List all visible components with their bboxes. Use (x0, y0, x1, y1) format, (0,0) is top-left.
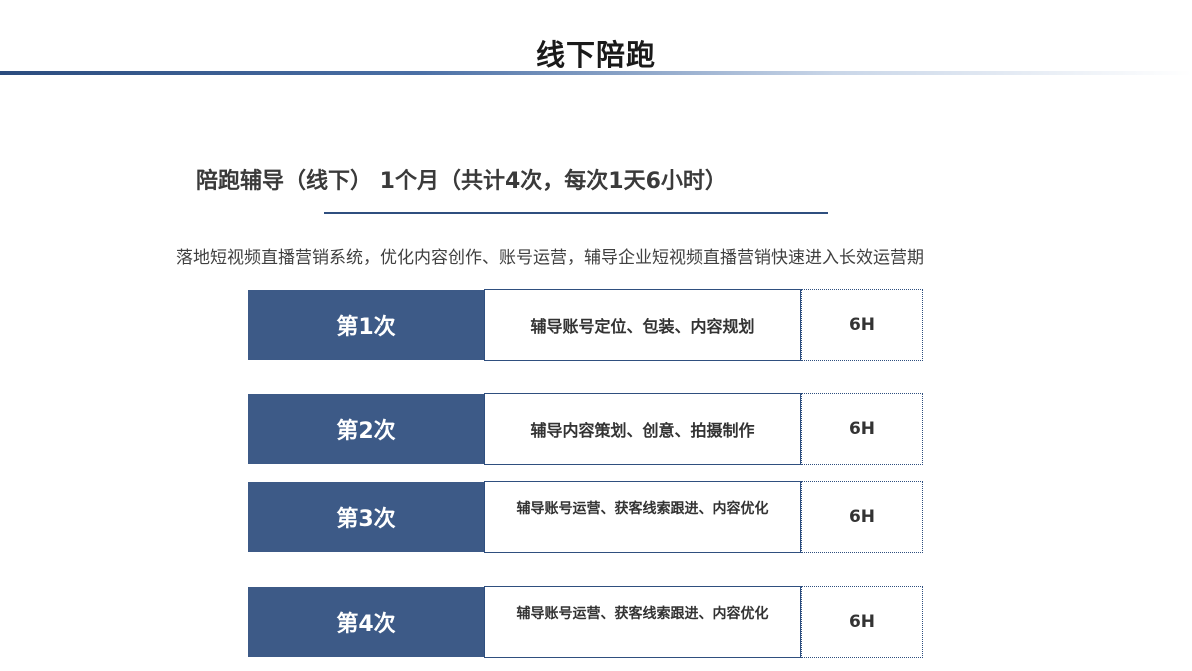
session-hours: 6H (801, 481, 923, 553)
session-content: 辅导账号定位、包装、内容规划 (484, 289, 801, 361)
session-label: 第3次 (248, 482, 484, 552)
session-row-3: 第3次 辅导账号运营、获客线索跟进、内容优化 6H (248, 481, 924, 553)
title-divider (0, 71, 1192, 75)
session-label: 第4次 (248, 587, 484, 657)
session-hours: 6H (801, 393, 923, 465)
session-content: 辅导账号运营、获客线索跟进、内容优化 (484, 481, 801, 553)
session-content: 辅导内容策划、创意、拍摄制作 (484, 393, 801, 465)
session-row-4: 第4次 辅导账号运营、获客线索跟进、内容优化 6H (248, 586, 924, 658)
session-hours: 6H (801, 586, 923, 658)
subtitle-divider (324, 212, 828, 214)
page-title: 线下陪跑 (535, 38, 656, 72)
session-label: 第2次 (248, 394, 484, 464)
session-content: 辅导账号运营、获客线索跟进、内容优化 (484, 586, 801, 658)
program-subtitle: 陪跑辅导（线下） 1个月（共计4次，每次1天6小时） (196, 169, 727, 194)
session-hours: 6H (801, 289, 923, 361)
program-description: 落地短视频直播营销系统，优化内容创作、账号运营，辅导企业短视频直播营销快速进入长… (176, 248, 924, 268)
session-label: 第1次 (248, 290, 484, 360)
session-row-2: 第2次 辅导内容策划、创意、拍摄制作 6H (248, 393, 924, 465)
session-row-1: 第1次 辅导账号定位、包装、内容规划 6H (248, 289, 924, 361)
